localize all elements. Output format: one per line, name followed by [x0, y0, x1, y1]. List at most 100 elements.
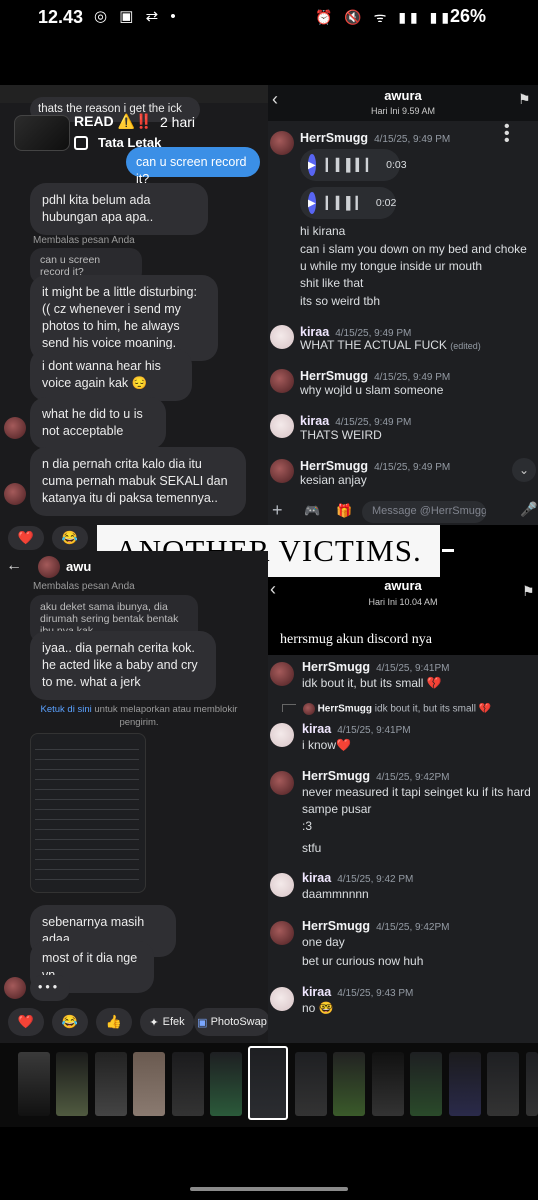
message-text: can i slam you down on my bed and choke … [300, 242, 527, 273]
message-text: kesian anjay [300, 473, 367, 487]
caption-text: herrsmug akun discord nya [280, 632, 433, 647]
chat-header-name: awura [384, 578, 422, 593]
chat-header-time: Hari Ini 10.04 AM [368, 597, 438, 607]
message-text: THATS WEIRD [300, 428, 382, 442]
story-age: 2 hari [160, 114, 196, 130]
message-author: HerrSmugg 4/15/25, 9:41PM [302, 660, 450, 674]
reply-label: Membalas pesan Anda [33, 581, 135, 592]
report-notice: Ketuk di sini untuk melaporkan atau memb… [40, 704, 238, 728]
message-input[interactable]: Message @HerrSmugg [362, 501, 486, 523]
message-text: shit like that [300, 276, 364, 290]
gallery-thumbnail[interactable] [295, 1052, 327, 1116]
message-bubble: pdhl kita belum ada hubungan apa apa.. [30, 183, 208, 235]
message-bubble: n dia pernah crita kalo dia itu cuma per… [30, 447, 246, 516]
gallery-thumbnail[interactable] [133, 1052, 165, 1116]
message-author: kiraa 4/15/25, 9:42 PM [302, 871, 414, 885]
play-icon[interactable]: ▶ [308, 192, 316, 214]
user-avatar[interactable] [270, 369, 294, 393]
message-author: HerrSmugg 4/15/25, 9:42PM [302, 919, 450, 933]
gallery-thumbnail[interactable] [56, 1052, 88, 1116]
user-avatar[interactable] [270, 723, 294, 747]
back-icon[interactable]: ← [6, 557, 22, 575]
message-author: kiraa 4/15/25, 9:41PM [302, 722, 411, 736]
clock: 12.43 [38, 7, 84, 27]
status-bar: 12.43 ◎ ▣ ⇄ • ⏰ 🔇 ᯤ ▮▮ ▮▮ 26% [0, 0, 538, 34]
report-link[interactable]: Ketuk di sini [41, 704, 92, 715]
attached-screenshot[interactable] [30, 733, 146, 893]
message-text: stfu [302, 841, 322, 855]
gallery-thumbnail[interactable] [487, 1052, 519, 1116]
flag-icon[interactable]: ⚑ [518, 91, 531, 108]
gallery-thumbnail[interactable] [172, 1052, 204, 1116]
heart-reaction[interactable]: ❤️ [8, 526, 44, 550]
reply-connector [282, 703, 296, 712]
user-avatar[interactable] [270, 921, 294, 945]
gallery-thumbnail[interactable] [95, 1052, 127, 1116]
system-icons: ⏰ 🔇 ᯤ ▮▮ ▮▮ [315, 9, 454, 25]
gallery-thumbnail[interactable] [410, 1052, 442, 1116]
user-avatar[interactable] [270, 131, 294, 155]
message-text: :3 [302, 819, 313, 833]
thumbs-up-reaction[interactable]: 👍 [96, 1008, 132, 1036]
reply-avatar [302, 703, 315, 715]
reaction-bar-bottom: ❤️ 😂 👍 ✦ Efek ▣ PhotoSwap [8, 1008, 270, 1036]
gallery-thumbnail[interactable] [449, 1052, 481, 1116]
message-text: WHAT THE ACTUAL FUCK (edited) [300, 338, 481, 352]
voice-message[interactable]: ▶ ▎▍▌▎ 0:02 [300, 187, 396, 219]
scroll-down-icon[interactable]: ⌄ [512, 458, 536, 482]
notification-icons: ◎ ▣ ⇄ • [94, 8, 180, 25]
chat-header-name: awu [66, 559, 92, 574]
gallery-thumbnail[interactable] [526, 1052, 538, 1116]
microphone-icon[interactable]: 🎤 [520, 501, 537, 518]
message-text: hi kirana [300, 224, 346, 238]
flag-icon[interactable]: ⚑ [522, 583, 535, 600]
voice-duration: 0:02 [375, 197, 397, 209]
layout-icon[interactable] [74, 136, 88, 150]
add-icon[interactable]: + [272, 500, 283, 521]
message-author: kiraa 4/15/25, 9:43 PM [302, 985, 414, 999]
gallery-thumbnail[interactable] [210, 1052, 242, 1116]
photoswap-button[interactable]: ▣ PhotoSwap [194, 1008, 270, 1036]
mini-chat-lines [35, 740, 139, 880]
gallery-thumbnail[interactable] [18, 1052, 50, 1116]
contact-avatar[interactable] [4, 977, 26, 999]
gallery-thumbnail-selected[interactable] [248, 1046, 288, 1120]
play-icon[interactable]: ▶ [308, 154, 316, 176]
gift-icon[interactable]: 🎁 [336, 503, 352, 519]
contact-avatar[interactable] [38, 556, 60, 578]
laugh-reaction[interactable]: 😂 [52, 1008, 88, 1036]
effects-icon: ✦ [149, 1016, 159, 1029]
user-avatar[interactable] [270, 662, 294, 686]
home-indicator[interactable] [190, 1187, 348, 1191]
photoswap-icon: ▣ [197, 1016, 208, 1029]
user-avatar[interactable] [270, 771, 294, 795]
gallery-thumbnail[interactable] [372, 1052, 404, 1116]
contact-avatar[interactable] [4, 417, 26, 439]
message-author: HerrSmugg 4/15/25, 9:49 PM [300, 369, 451, 383]
gallery-thumbnail[interactable] [333, 1052, 365, 1116]
instagram-chat-top: thats the reason i get the ick READ ⚠️‼️… [0, 85, 268, 525]
user-avatar[interactable] [270, 459, 294, 483]
user-avatar[interactable] [270, 414, 294, 438]
message-author: kiraa 4/15/25, 9:49 PM [300, 414, 412, 428]
contact-avatar[interactable] [4, 483, 26, 505]
reply-preview[interactable]: HerrSmugg idk bout it, but its small 💔 [282, 703, 491, 715]
effects-button[interactable]: ✦ Efek [140, 1008, 194, 1036]
story-thumbnail[interactable] [14, 115, 70, 151]
message-text: i know❤️ [302, 738, 351, 752]
user-avatar[interactable] [270, 325, 294, 349]
discord-chat-bottom: ‹ awura Hari Ini 10.04 AM ⚑ herrsmug aku… [268, 577, 538, 1043]
message-author: HerrSmugg 4/15/25, 9:42PM [302, 769, 450, 783]
laugh-reaction[interactable]: 😂 [52, 526, 88, 550]
user-avatar[interactable] [270, 987, 294, 1011]
heart-reaction[interactable]: ❤️ [8, 1008, 44, 1036]
voice-message[interactable]: ▶ ▎▍▌▍▎ 0:03 [300, 149, 407, 181]
more-options-icon[interactable]: • • • [504, 119, 510, 149]
battery-level: 26% [450, 6, 487, 26]
message-text: never measured it tapi seinget ku if its… [302, 785, 531, 816]
user-avatar[interactable] [270, 873, 294, 897]
message-author: HerrSmugg 4/15/25, 9:49 PM [300, 131, 451, 145]
gamepad-icon[interactable]: 🎮 [304, 503, 320, 519]
message-text: idk bout it, but its small 💔 [302, 676, 442, 690]
chat-header-time: Hari Ini 9.59 AM [370, 106, 436, 116]
